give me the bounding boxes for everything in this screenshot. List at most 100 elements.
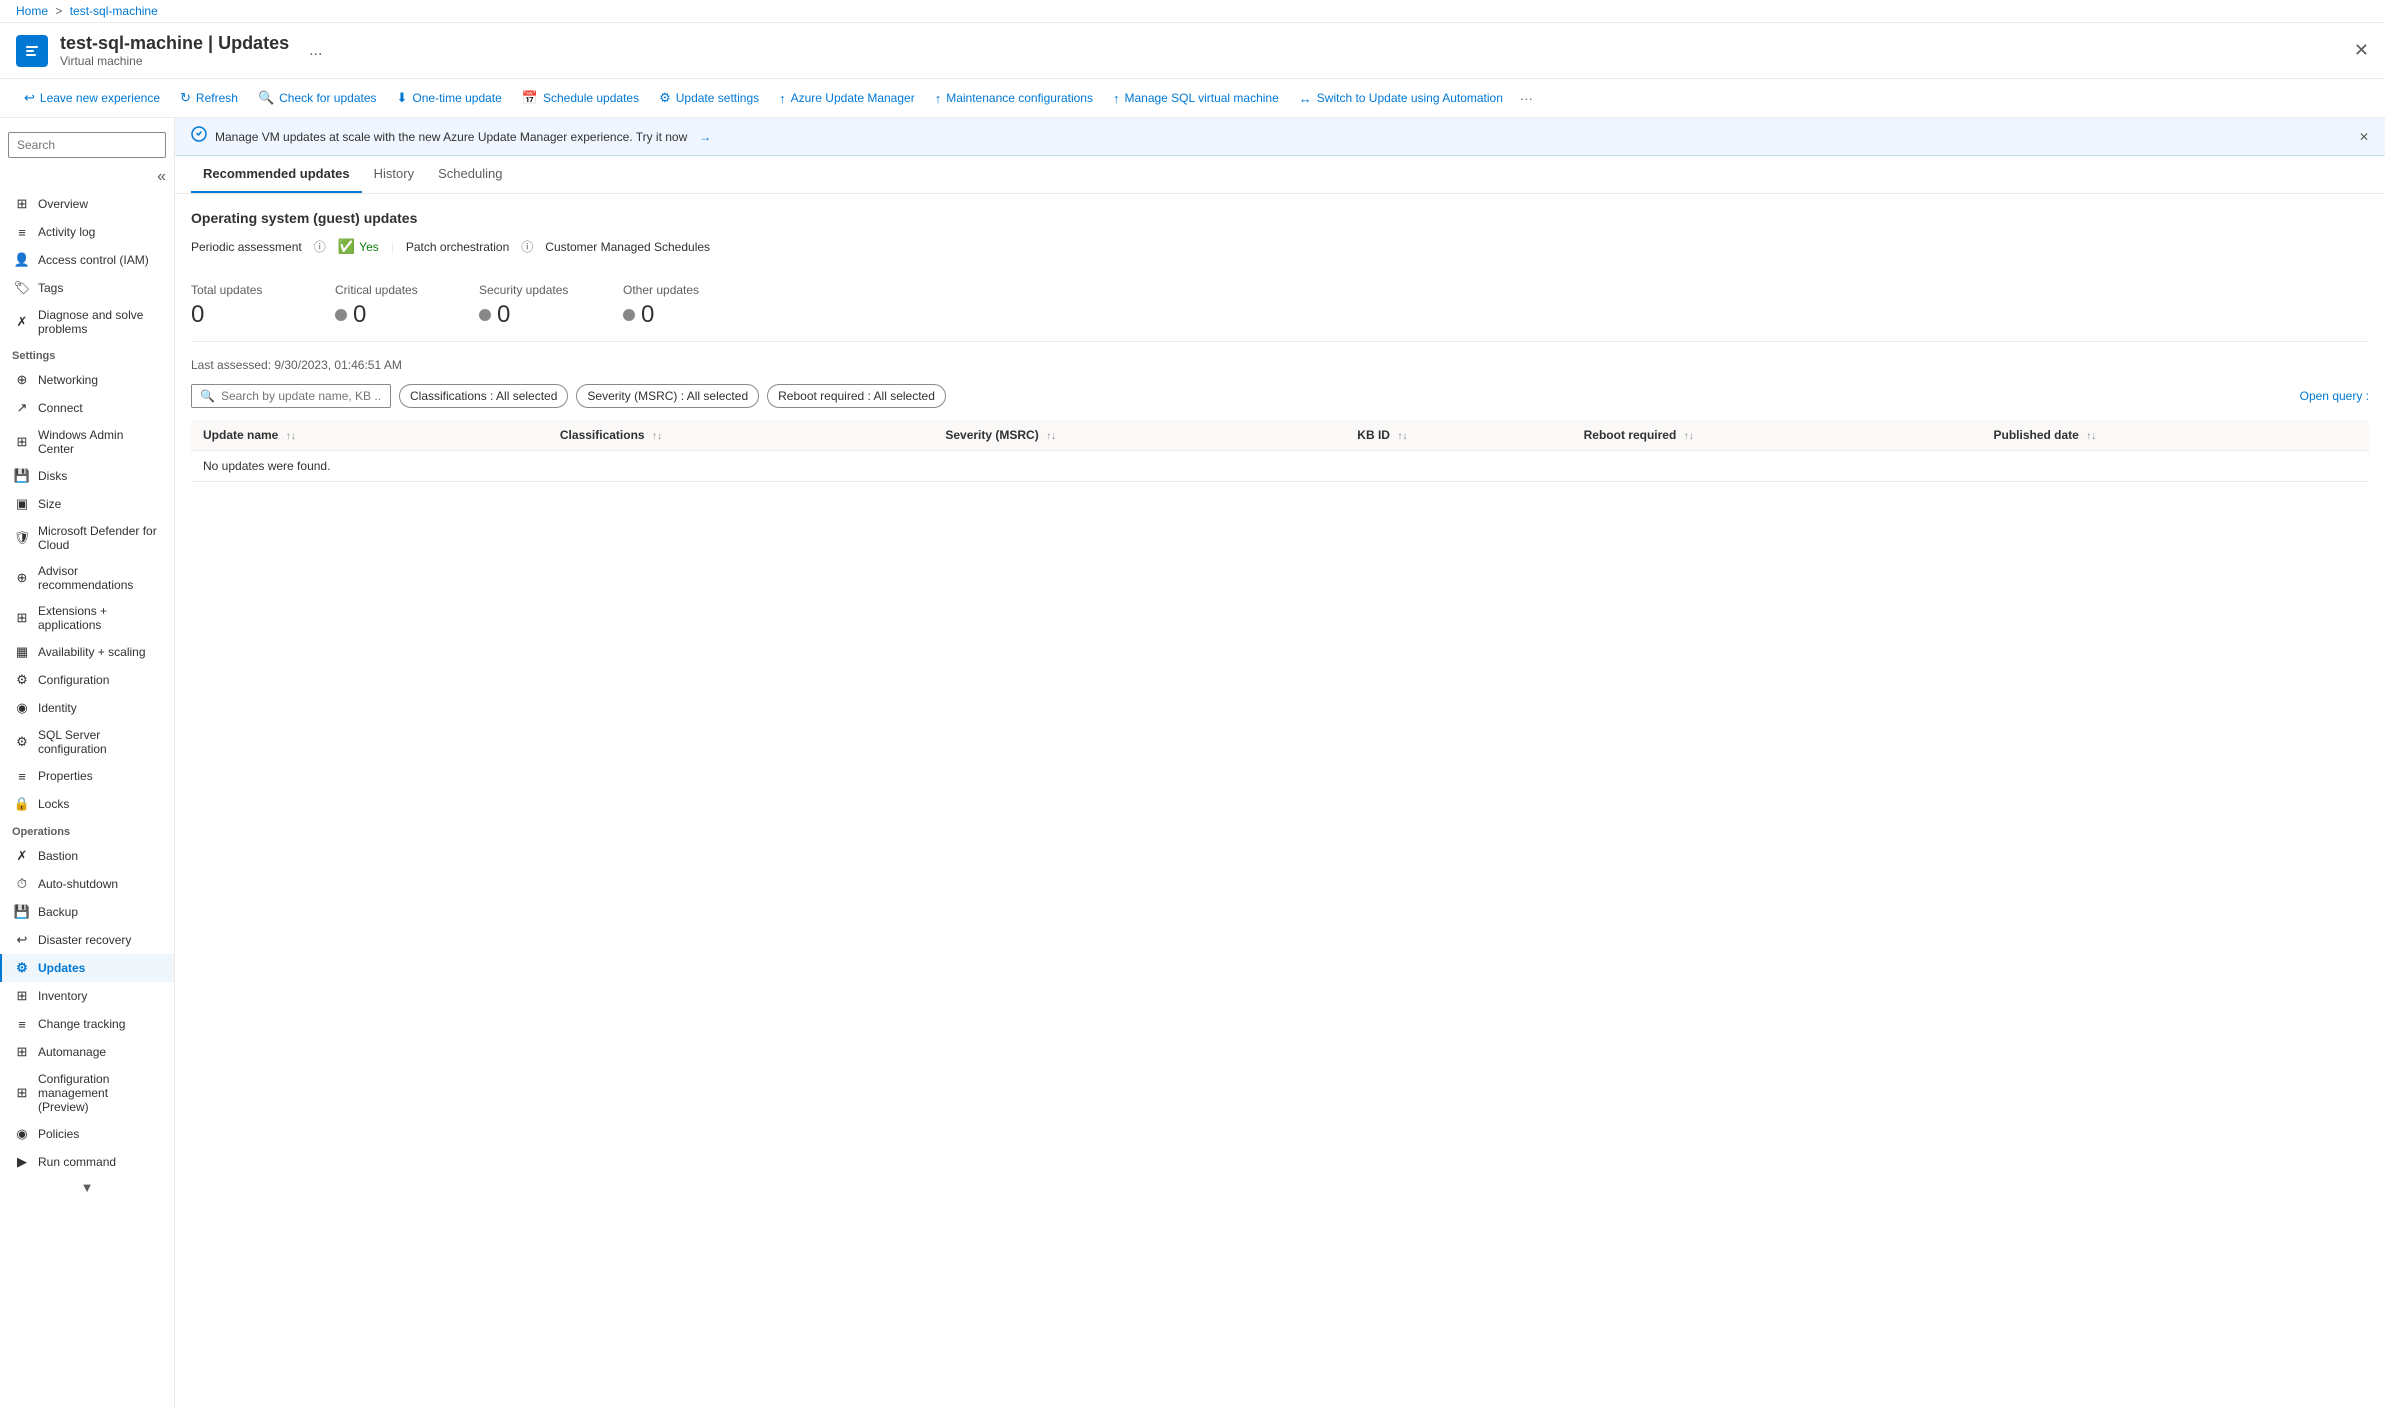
toolbar-btn-check-updates[interactable]: 🔍Check for updates [250, 85, 385, 111]
sidebar-item-properties[interactable]: ≡ Properties [0, 762, 174, 790]
banner-link[interactable]: → [699, 130, 711, 144]
col-kb-id-sort-icon[interactable]: ↑↓ [1397, 431, 1407, 442]
sidebar-item-auto-shutdown[interactable]: ⏱ Auto-shutdown [0, 870, 174, 898]
sidebar-label-updates: Updates [38, 961, 85, 975]
toolbar-btn-refresh[interactable]: ↻Refresh [172, 85, 246, 111]
sidebar-item-disks[interactable]: 💾 Disks [0, 462, 174, 490]
sidebar-item-disaster-recovery[interactable]: ↩ Disaster recovery [0, 926, 174, 954]
critical-dot [335, 309, 347, 321]
sidebar-item-activity-log[interactable]: ≡ Activity log [0, 218, 174, 246]
sidebar-label-policies: Policies [38, 1127, 79, 1141]
sidebar-scroll-down[interactable]: ▼ [0, 1176, 174, 1199]
col-classifications-sort-icon[interactable]: ↑↓ [652, 431, 662, 442]
sidebar-label-disaster-recovery: Disaster recovery [38, 933, 131, 947]
stat-label-critical: Critical updates [335, 283, 455, 297]
breadcrumb-resource[interactable]: test-sql-machine [70, 4, 158, 18]
toolbar-btn-leave-new-experience[interactable]: ↩Leave new experience [16, 85, 168, 111]
toolbar-btn-azure-update-manager[interactable]: ↑Azure Update Manager [771, 86, 923, 111]
sidebar-item-overview[interactable]: ⊞ Overview [0, 190, 174, 218]
sidebar-item-inventory[interactable]: ⊞ Inventory [0, 982, 174, 1010]
sidebar-label-bastion: Bastion [38, 849, 78, 863]
open-query-link[interactable]: Open query : [2300, 389, 2369, 403]
sidebar-item-availability[interactable]: ▦ Availability + scaling [0, 638, 174, 666]
sidebar-item-connect[interactable]: ↗ Connect [0, 394, 174, 422]
sidebar-item-locks[interactable]: 🔒 Locks [0, 790, 174, 818]
toolbar-btn-manage-sql[interactable]: ↑Manage SQL virtual machine [1105, 86, 1287, 111]
banner-close-button[interactable]: ✕ [2359, 130, 2369, 144]
search-input[interactable] [8, 132, 166, 158]
toolbar-btn-schedule-updates[interactable]: 📅Schedule updates [514, 85, 647, 111]
page-close-button[interactable]: ✕ [2354, 40, 2369, 61]
sidebar-item-automanage[interactable]: ⊞ Automanage [0, 1038, 174, 1066]
filter-chip-reboot-required[interactable]: Reboot required : All selected [767, 384, 946, 408]
toolbar-btn-icon-refresh: ↻ [180, 90, 191, 106]
stat-card-security: Security updates 0 [479, 283, 599, 329]
col-severity-sort-icon[interactable]: ↑↓ [1046, 431, 1056, 442]
sidebar-item-defender[interactable]: 🛡 Microsoft Defender for Cloud [0, 518, 174, 558]
sidebar-item-backup[interactable]: 💾 Backup [0, 898, 174, 926]
toolbar-btn-update-settings[interactable]: ⚙Update settings [651, 85, 767, 111]
stats-row: Total updates 0 Critical updates 0 Se [191, 271, 2369, 342]
sidebar-item-tags[interactable]: 🏷 Tags [0, 274, 174, 302]
page-header-more-button[interactable]: ... [309, 42, 322, 60]
disaster-recovery-icon: ↩ [14, 932, 30, 948]
sidebar-item-configuration[interactable]: ⚙ Configuration [0, 666, 174, 694]
content-area: Operating system (guest) updates Periodi… [175, 194, 2385, 498]
periodic-assessment-info-icon[interactable]: ⓘ [314, 238, 326, 255]
sidebar-label-sql-server-config: SQL Server configuration [38, 728, 162, 756]
assessment-separator: | [391, 240, 394, 254]
sidebar-item-bastion[interactable]: ✗ Bastion [0, 842, 174, 870]
sidebar-item-windows-admin[interactable]: ⊞ Windows Admin Center [0, 422, 174, 462]
toolbar-btn-icon-schedule-updates: 📅 [522, 90, 538, 106]
page-header-text: test-sql-machine | Updates Virtual machi… [60, 33, 289, 68]
check-icon: ✅ [338, 238, 355, 255]
updates-icon: ⚙ [14, 960, 30, 976]
sidebar-item-advisor[interactable]: ⊕ Advisor recommendations [0, 558, 174, 598]
filter-chip-classifications[interactable]: Classifications : All selected [399, 384, 568, 408]
filter-chip-severity[interactable]: Severity (MSRC) : All selected [576, 384, 759, 408]
sidebar-label-overview: Overview [38, 197, 88, 211]
toolbar-btn-maintenance-configurations[interactable]: ↑Maintenance configurations [927, 86, 1101, 111]
toolbar-btn-switch-to-automation[interactable]: ↔Switch to Update using Automation [1291, 86, 1511, 111]
sidebar-item-access-control[interactable]: 👤 Access control (IAM) [0, 246, 174, 274]
tab-history[interactable]: History [362, 156, 426, 193]
sidebar-label-size: Size [38, 497, 61, 511]
sidebar-item-updates[interactable]: ⚙ Updates [0, 954, 174, 982]
total-updates-value: 0 [191, 301, 204, 329]
sidebar-item-configuration-management[interactable]: ⊞ Configuration management (Preview) [0, 1066, 174, 1120]
toolbar-more-button[interactable]: ··· [1515, 86, 1538, 111]
col-published-date-sort-icon[interactable]: ↑↓ [2086, 431, 2096, 442]
sidebar-item-extensions[interactable]: ⊞ Extensions + applications [0, 598, 174, 638]
sidebar-item-identity[interactable]: ◉ Identity [0, 694, 174, 722]
stat-value-critical: 0 [335, 301, 455, 329]
sidebar-collapse-button[interactable]: « [157, 168, 166, 186]
stat-card-other: Other updates 0 [623, 283, 743, 329]
col-update-name-sort-icon[interactable]: ↑↓ [286, 431, 296, 442]
tab-scheduling[interactable]: Scheduling [426, 156, 514, 193]
availability-icon: ▦ [14, 644, 30, 660]
breadcrumb-home[interactable]: Home [16, 4, 48, 18]
sidebar-item-diagnose[interactable]: ✗ Diagnose and solve problems [0, 302, 174, 342]
patch-orchestration-info-icon[interactable]: ⓘ [521, 238, 533, 255]
banner-text: Manage VM updates at scale with the new … [215, 130, 687, 144]
sidebar-collapse: « [0, 164, 174, 190]
sidebar-item-size[interactable]: ▣ Size [0, 490, 174, 518]
activity-log-icon: ≡ [14, 224, 30, 240]
sidebar-item-networking[interactable]: ⊕ Networking [0, 366, 174, 394]
toolbar-btn-icon-switch-to-automation: ↔ [1299, 91, 1312, 106]
toolbar-btn-one-time-update[interactable]: ⬇One-time update [389, 85, 510, 111]
toolbar-btn-icon-leave-new-experience: ↩ [24, 90, 35, 106]
sidebar-label-run-command: Run command [38, 1155, 116, 1169]
sidebar-item-sql-server-config[interactable]: ⚙ SQL Server configuration [0, 722, 174, 762]
no-data-message: No updates were found. [191, 451, 2369, 482]
sidebar-item-change-tracking[interactable]: ≡ Change tracking [0, 1010, 174, 1038]
toolbar-btn-label-azure-update-manager: Azure Update Manager [791, 91, 915, 105]
tab-recommended-updates[interactable]: Recommended updates [191, 156, 362, 193]
sidebar-item-policies[interactable]: ◉ Policies [0, 1120, 174, 1148]
col-reboot-required-sort-icon[interactable]: ↑↓ [1684, 431, 1694, 442]
config-management-icon: ⊞ [14, 1085, 30, 1101]
table-header-row: Update name ↑↓ Classifications ↑↓ Severi… [191, 420, 2369, 451]
sidebar-item-run-command[interactable]: ▶ Run command [0, 1148, 174, 1176]
update-search-input[interactable] [221, 389, 382, 403]
page-subtitle: Virtual machine [60, 54, 289, 68]
